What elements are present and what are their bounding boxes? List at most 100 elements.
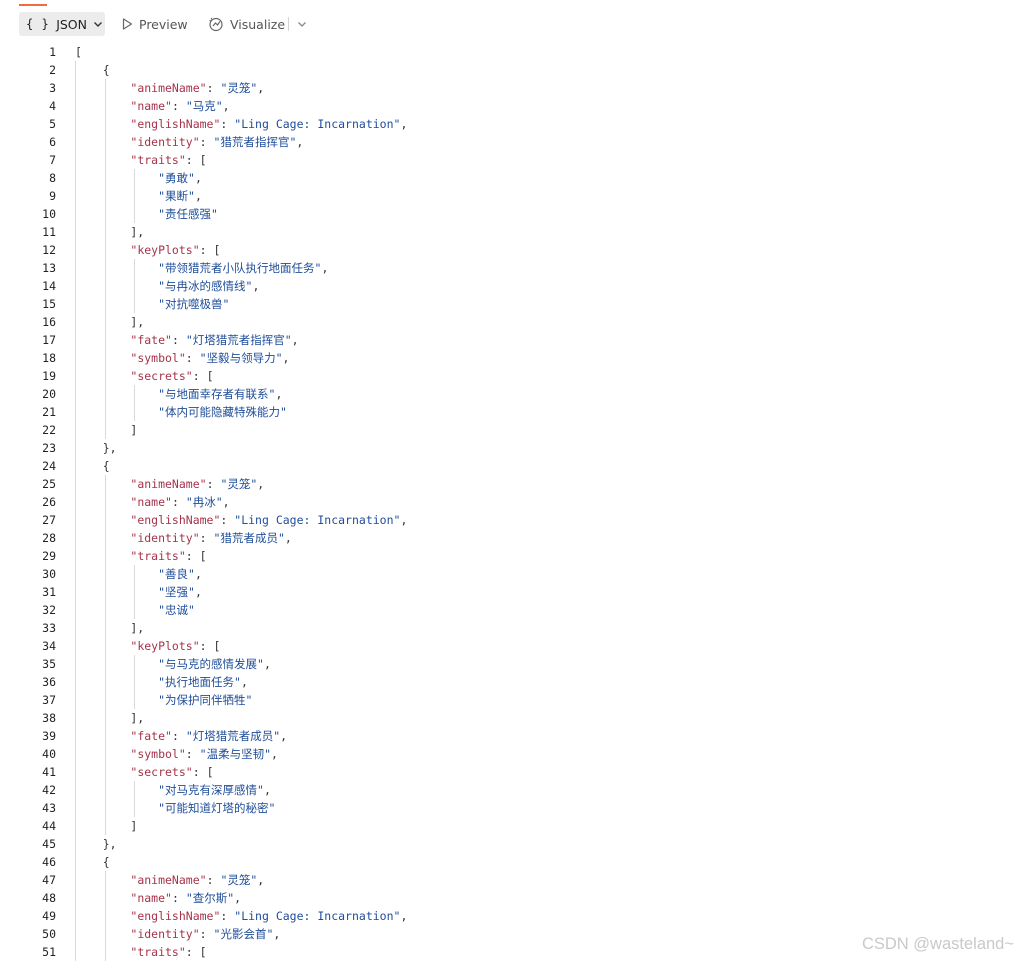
code-text: [ [75, 45, 82, 59]
code-line[interactable]: 3 "animeName": "灵笼", [0, 79, 1018, 97]
code-text: "对抗噬极兽" [158, 297, 230, 311]
format-json-dropdown[interactable]: { } JSON [19, 12, 105, 36]
braces-icon: { } [26, 17, 50, 31]
visualize-label: Visualize [230, 16, 286, 32]
code-line[interactable]: 41 "secrets": [ [0, 763, 1018, 781]
preview-button[interactable]: Preview [122, 12, 188, 36]
line-number: 8 [49, 171, 56, 185]
line-number: 48 [42, 891, 56, 905]
code-line[interactable]: 15 "对抗噬极兽" [0, 295, 1018, 313]
code-line[interactable]: 46 { [0, 853, 1018, 871]
code-line[interactable]: 2 { [0, 61, 1018, 79]
code-line[interactable]: 43 "可能知道灯塔的秘密" [0, 799, 1018, 817]
line-number: 39 [42, 729, 56, 743]
visualize-button[interactable]: Visualize [208, 12, 285, 36]
line-number: 29 [42, 549, 56, 563]
code-line[interactable]: 5 "englishName": "Ling Cage: Incarnation… [0, 115, 1018, 133]
code-line[interactable]: 12 "keyPlots": [ [0, 241, 1018, 259]
indent-guide [105, 871, 106, 961]
code-line[interactable]: 45 }, [0, 835, 1018, 853]
line-number: 38 [42, 711, 56, 725]
indent-guide [134, 781, 135, 817]
code-line[interactable]: 24 { [0, 457, 1018, 475]
line-number: 25 [42, 477, 56, 491]
chevron-down-icon [93, 17, 103, 32]
line-number: 6 [49, 135, 56, 149]
code-line[interactable]: 14 "与冉冰的感情线", [0, 277, 1018, 295]
code-line[interactable]: 34 "keyPlots": [ [0, 637, 1018, 655]
code-line[interactable]: 6 "identity": "猎荒者指挥官", [0, 133, 1018, 151]
code-line[interactable]: 40 "symbol": "温柔与坚韧", [0, 745, 1018, 763]
code-line[interactable]: 20 "与地面幸存者有联系", [0, 385, 1018, 403]
code-line[interactable]: 39 "fate": "灯塔猎荒者成员", [0, 727, 1018, 745]
line-number: 7 [49, 153, 56, 167]
code-line[interactable]: 17 "fate": "灯塔猎荒者指挥官", [0, 331, 1018, 349]
code-line[interactable]: 30 "善良", [0, 565, 1018, 583]
code-text: "与冉冰的感情线", [158, 279, 260, 293]
code-line[interactable]: 10 "责任感强" [0, 205, 1018, 223]
code-text: "englishName": "Ling Cage: Incarnation", [130, 513, 408, 527]
code-text: "identity": "猎荒者指挥官", [130, 135, 304, 149]
code-line[interactable]: 48 "name": "查尔斯", [0, 889, 1018, 907]
preview-label: Preview [139, 16, 188, 32]
code-line[interactable]: 21 "体内可能隐藏特殊能力" [0, 403, 1018, 421]
code-line[interactable]: 47 "animeName": "灵笼", [0, 871, 1018, 889]
code-line[interactable]: 9 "果断", [0, 187, 1018, 205]
code-line[interactable]: 4 "name": "马克", [0, 97, 1018, 115]
code-line[interactable]: 26 "name": "冉冰", [0, 493, 1018, 511]
watermark: CSDN @wasteland~ [861, 935, 1014, 953]
code-line[interactable]: 8 "勇敢", [0, 169, 1018, 187]
code-text: "traits": [ [130, 153, 207, 167]
code-line[interactable]: 32 "忠诚" [0, 601, 1018, 619]
code-line[interactable]: 38 ], [0, 709, 1018, 727]
code-line[interactable]: 22 ] [0, 421, 1018, 439]
code-text: ] [75, 423, 138, 437]
code-line[interactable]: 25 "animeName": "灵笼", [0, 475, 1018, 493]
code-line[interactable]: 42 "对马克有深厚感情", [0, 781, 1018, 799]
line-number: 17 [42, 333, 56, 347]
line-number: 35 [42, 657, 56, 671]
code-line[interactable]: 18 "symbol": "坚毅与领导力", [0, 349, 1018, 367]
code-line[interactable]: 27 "englishName": "Ling Cage: Incarnatio… [0, 511, 1018, 529]
code-text: }, [75, 837, 117, 851]
code-line[interactable]: 29 "traits": [ [0, 547, 1018, 565]
code-line[interactable]: 11 ], [0, 223, 1018, 241]
line-number: 1 [49, 45, 56, 59]
code-text: "fate": "灯塔猎荒者成员", [130, 729, 288, 743]
code-line[interactable]: 37 "为保护同伴牺牲" [0, 691, 1018, 709]
line-number: 10 [42, 207, 56, 221]
line-number: 21 [42, 405, 56, 419]
indent-guide [134, 655, 135, 709]
line-number: 20 [42, 387, 56, 401]
line-number: 32 [42, 603, 56, 617]
code-text: "责任感强" [158, 207, 218, 221]
line-number: 51 [42, 945, 56, 959]
indent-guide [134, 385, 135, 421]
code-text: "果断", [158, 189, 202, 203]
code-line[interactable]: 7 "traits": [ [0, 151, 1018, 169]
line-number: 36 [42, 675, 56, 689]
line-number: 42 [42, 783, 56, 797]
code-text: "englishName": "Ling Cage: Incarnation", [130, 909, 408, 923]
code-text: "执行地面任务", [158, 675, 248, 689]
code-line[interactable]: 35 "与马克的感情发展", [0, 655, 1018, 673]
code-line[interactable]: 33 ], [0, 619, 1018, 637]
code-line[interactable]: 16 ], [0, 313, 1018, 331]
code-line[interactable]: 31 "坚强", [0, 583, 1018, 601]
code-line[interactable]: 23 }, [0, 439, 1018, 457]
code-line[interactable]: 13 "带领猎荒者小队执行地面任务", [0, 259, 1018, 277]
code-text: ], [75, 225, 145, 239]
code-line[interactable]: 44 ] [0, 817, 1018, 835]
line-number: 11 [42, 225, 56, 239]
line-number: 43 [42, 801, 56, 815]
code-line[interactable]: 36 "执行地面任务", [0, 673, 1018, 691]
code-text: "与地面幸存者有联系", [158, 387, 283, 401]
code-line[interactable]: 49 "englishName": "Ling Cage: Incarnatio… [0, 907, 1018, 925]
code-line[interactable]: 28 "identity": "猎荒者成员", [0, 529, 1018, 547]
json-code-editor[interactable]: 1[2 {3 "animeName": "灵笼", 4 "name": "马克",… [0, 43, 1018, 962]
code-line[interactable]: 1[ [0, 43, 1018, 61]
line-number: 9 [49, 189, 56, 203]
code-text: "secrets": [ [130, 369, 214, 383]
visualize-options-dropdown[interactable] [294, 12, 310, 36]
code-line[interactable]: 19 "secrets": [ [0, 367, 1018, 385]
